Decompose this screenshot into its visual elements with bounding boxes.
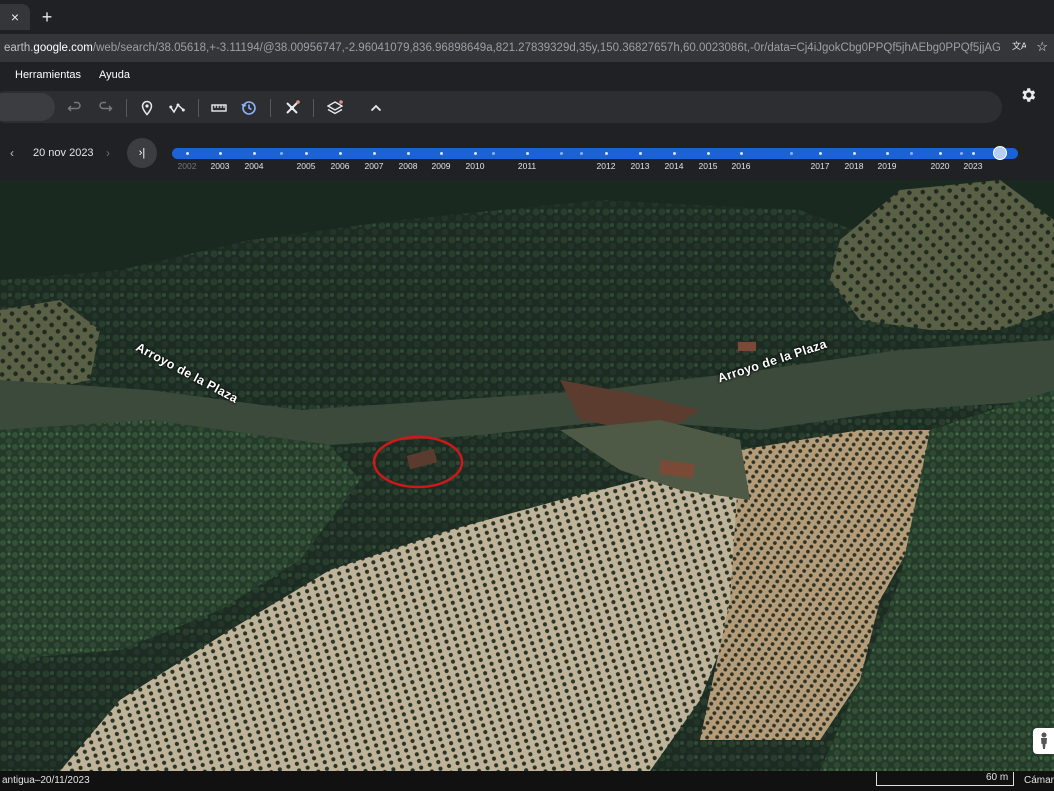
historical-imagery-icon[interactable] [240,99,258,117]
timeline-year-label[interactable]: 2011 [518,161,536,171]
timeline-marker[interactable] [886,152,889,155]
timeline-year-label[interactable]: 2015 [699,161,718,171]
timeline-marker[interactable] [440,152,443,155]
timeline-marker[interactable] [910,152,913,155]
timeline-marker[interactable] [790,152,793,155]
menu-item-ayuda[interactable]: Ayuda [99,69,130,81]
timeline-next-button[interactable]: › [106,146,110,160]
path-icon[interactable] [168,99,186,117]
translate-icon[interactable]: 文A [1012,39,1028,56]
toolbar-divider [126,99,127,117]
tab-close-icon[interactable]: × [11,9,19,25]
timeline-year-label[interactable]: 2014 [665,161,684,171]
timeline-year-label[interactable]: 2007 [365,161,384,171]
imagery-date: antigua–20/11/2023 [2,775,90,786]
ruler-icon[interactable] [210,99,228,117]
timeline-track[interactable] [172,146,1018,160]
menu-bar: Herramientas Ayuda [0,62,1054,88]
url-prefix: earth. [4,42,34,54]
timeline-marker[interactable] [373,152,376,155]
url-actions: 文A ☆ [1012,39,1048,56]
satellite-icon[interactable] [283,99,301,117]
menu-item-herramientas[interactable]: Herramientas [15,69,81,81]
timeline-marker[interactable] [305,152,308,155]
timeline-year-label[interactable]: 2003 [211,161,230,171]
timeline-marker[interactable] [960,152,963,155]
timeline-year-label[interactable]: 2018 [845,161,864,171]
timeline-slider-knob[interactable] [993,146,1007,160]
timeline-marker[interactable] [639,152,642,155]
timeline-marker[interactable] [186,152,189,155]
new-tab-button[interactable]: + [36,6,58,28]
timeline-marker[interactable] [853,152,856,155]
timeline-year-label[interactable]: 2006 [331,161,350,171]
browser-tab-strip: × + [0,0,1054,34]
url-domain: google.com [33,42,93,54]
timeline-year-label[interactable]: 2008 [399,161,418,171]
timeline-latest-button[interactable]: ›| [127,138,157,168]
timeline-marker[interactable] [707,152,710,155]
layers-icon[interactable] [326,99,344,117]
toolbar-divider [198,99,199,117]
timeline-marker[interactable] [673,152,676,155]
timeline-marker[interactable] [580,152,583,155]
url-path: /web/search/38.05618,+-3.11194/@38.00956… [92,42,1000,54]
historical-imagery-timeline: ‹ 20 nov 2023 › ›| 2002 2003 2004 2005 2006 2… [0,128,1054,180]
satellite-map-view[interactable]: Arroyo de la Plaza Arroyo de la Plaza [0,180,1054,771]
timeline-marker[interactable] [280,152,283,155]
timeline-prev-button[interactable]: ‹ [10,146,14,160]
timeline-marker[interactable] [560,152,563,155]
timeline-year-label[interactable]: 2020 [931,161,950,171]
timeline-marker[interactable] [939,152,942,155]
gear-icon[interactable] [1018,85,1038,105]
timeline-year-label[interactable]: 2017 [811,161,830,171]
timeline-year-label[interactable]: 2016 [732,161,751,171]
timeline-marker[interactable] [972,152,975,155]
timeline-year-label[interactable]: 2005 [297,161,316,171]
redo-icon[interactable] [96,99,114,117]
browser-tab[interactable]: × [0,4,30,30]
search-box[interactable] [0,93,55,121]
scale-label: 60 m [986,772,1009,783]
status-bar: antigua–20/11/2023 60 m Cámara [0,771,1054,791]
timeline-year-label[interactable]: 2010 [466,161,485,171]
timeline-marker[interactable] [605,152,608,155]
timeline-marker[interactable] [219,152,222,155]
timeline-year-label[interactable]: 2009 [432,161,451,171]
timeline-marker[interactable] [474,152,477,155]
timeline-year-label[interactable]: 2023 [964,161,983,171]
timeline-marker[interactable] [819,152,822,155]
timeline-marker[interactable] [526,152,529,155]
timeline-current-date: 20 nov 2023 [33,147,94,159]
timeline-marker[interactable] [492,152,495,155]
placemark-icon[interactable] [138,99,156,117]
timeline-year-label[interactable]: 2019 [878,161,897,171]
timeline-year-label[interactable]: 2012 [597,161,616,171]
satellite-imagery [0,180,1054,771]
chevron-up-icon[interactable] [367,99,385,117]
timeline-year-label[interactable]: 2002 [178,161,197,171]
address-bar: earth. google.com/web/search/38.05618,+-3… [0,34,1054,62]
earth-toolbar [0,88,1054,128]
toolbar-divider [313,99,314,117]
timeline-marker[interactable] [253,152,256,155]
undo-icon[interactable] [66,99,84,117]
timeline-marker[interactable] [339,152,342,155]
timeline-year-label[interactable]: 2004 [245,161,264,171]
timeline-marker[interactable] [740,152,743,155]
svg-text:文A: 文A [1012,40,1026,52]
timeline-marker[interactable] [407,152,410,155]
bookmark-star-icon[interactable]: ☆ [1036,39,1048,56]
pegman-icon[interactable] [1033,728,1054,754]
timeline-year-label[interactable]: 2013 [631,161,650,171]
toolbar-divider [270,99,271,117]
url-field[interactable]: earth. google.com/web/search/38.05618,+-3… [0,36,1000,60]
camera-info: Cámara [1024,775,1054,786]
